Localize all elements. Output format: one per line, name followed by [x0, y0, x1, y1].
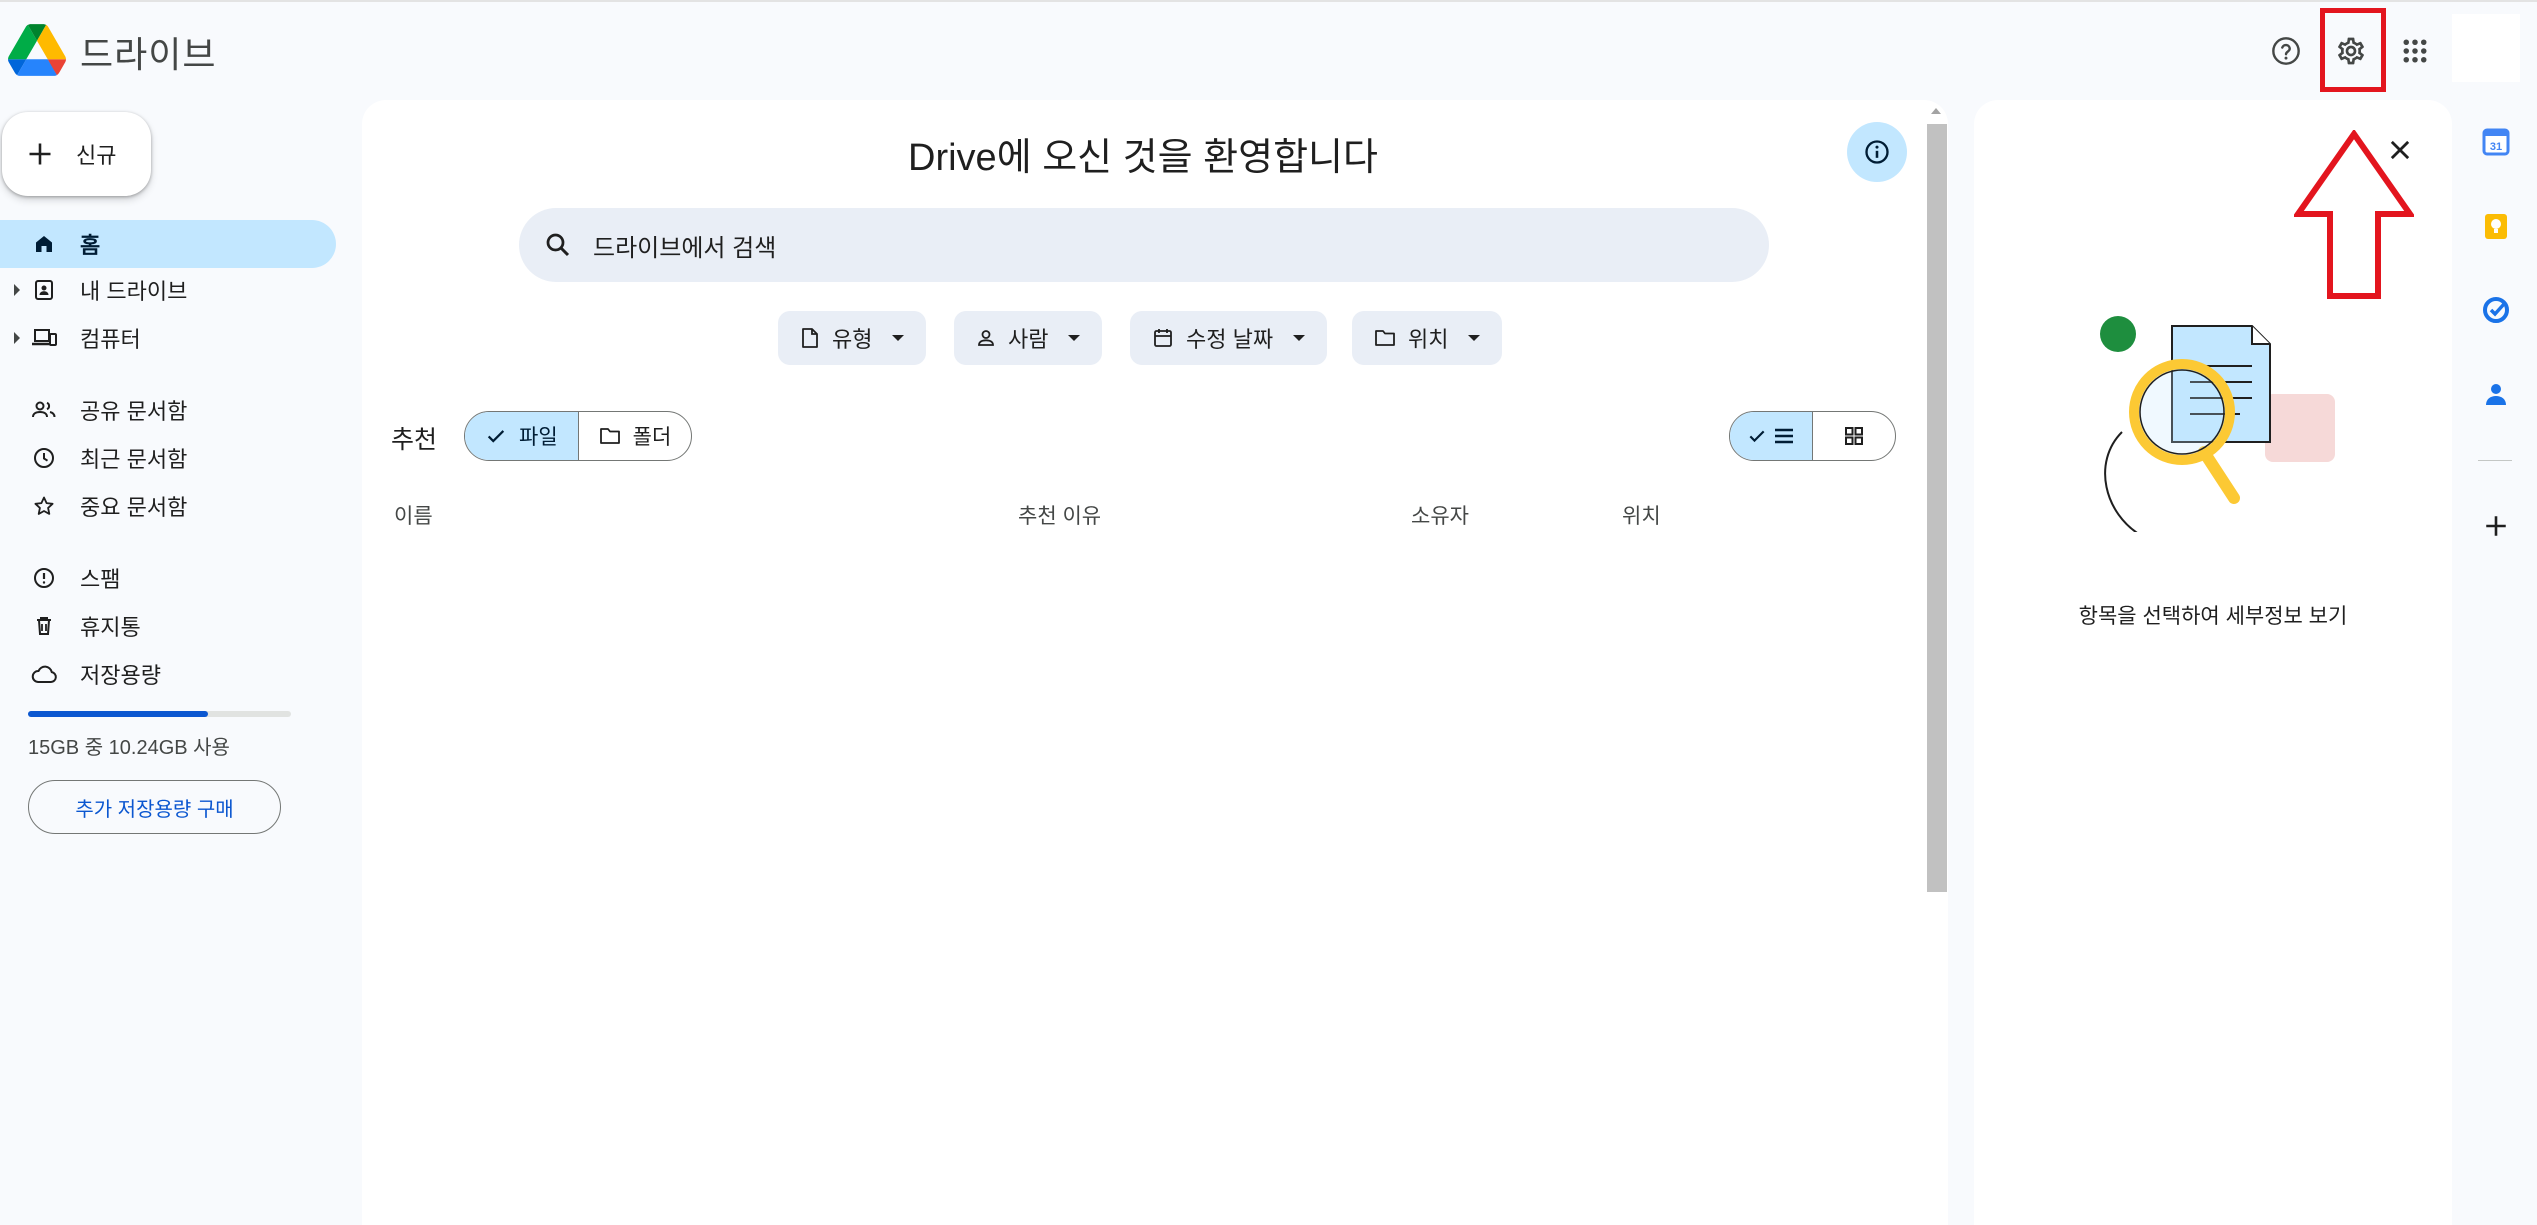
cloud-icon: [31, 665, 57, 683]
folder-icon: [1375, 330, 1395, 346]
sidebar-item-home[interactable]: 홈: [0, 220, 336, 268]
list-icon: [1775, 428, 1793, 444]
search-icon: [546, 233, 570, 257]
my-drive-icon: [35, 280, 53, 300]
spam-icon: [34, 568, 54, 588]
star-icon: [34, 496, 54, 515]
storage-progress-fill: [28, 711, 208, 717]
shared-icon: [32, 401, 56, 418]
details-empty-text: 항목을 선택하여 세부정보 보기: [2078, 605, 2348, 628]
sidebar-item-label: 내 드라이브: [80, 279, 188, 304]
file-icon: [802, 328, 818, 348]
grid-icon: [1845, 427, 1863, 445]
apps-grid-icon: [2403, 39, 2427, 63]
filter-label: 사람: [1008, 327, 1049, 352]
drive-logo[interactable]: [8, 24, 66, 76]
sidebar-item-label: 중요 문서함: [80, 495, 188, 520]
sidebar-item-my-drive[interactable]: 내 드라이브: [0, 266, 336, 314]
list-view-button[interactable]: [1730, 412, 1813, 460]
check-icon: [1749, 430, 1765, 443]
red-arrow-annotation: [2294, 130, 2414, 300]
sidebar-item-label: 스팸: [80, 567, 121, 592]
filter-label: 위치: [1408, 327, 1449, 352]
sidebar-item-label: 홈: [80, 233, 101, 258]
check-icon: [487, 430, 505, 443]
dropdown-arrow-icon: [1293, 335, 1306, 341]
sidebar-item-trash[interactable]: 휴지통: [0, 602, 336, 650]
contacts-app-icon[interactable]: [2476, 374, 2516, 414]
settings-highlight-box: [2320, 8, 2386, 92]
person-icon: [978, 330, 994, 346]
scrollbar-thumb[interactable]: [1927, 124, 1947, 892]
svg-text:31: 31: [2490, 141, 2502, 153]
column-header-location[interactable]: 위치: [1622, 500, 1661, 530]
column-header-name[interactable]: 이름: [394, 500, 433, 530]
storage-progress-bar: [28, 711, 291, 717]
page-title: Drive에 오신 것을 환영합니다: [908, 137, 1378, 179]
buy-storage-button[interactable]: 추가 저장용량 구매: [28, 780, 281, 834]
filter-location-chip[interactable]: 위치: [1352, 311, 1503, 365]
sidebar-item-spam[interactable]: 스팸: [0, 554, 336, 602]
sidebar-item-shared[interactable]: 공유 문서함: [0, 386, 336, 434]
segment-folders[interactable]: 폴더: [579, 412, 692, 460]
rail-divider: [2478, 460, 2512, 461]
dropdown-arrow-icon: [1468, 335, 1481, 341]
add-addon-button[interactable]: [2476, 506, 2516, 546]
details-empty-illustration: [2082, 282, 2342, 532]
apps-button[interactable]: [2387, 23, 2443, 79]
search-placeholder: 드라이브에서 검색: [593, 234, 777, 262]
calendar-app-icon[interactable]: 31: [2476, 122, 2516, 162]
expand-caret-icon[interactable]: [14, 284, 20, 296]
filter-type-chip[interactable]: 유형: [778, 311, 927, 365]
trash-icon: [37, 617, 51, 635]
calendar-icon: [1154, 329, 1172, 347]
grid-view-button[interactable]: [1813, 412, 1895, 460]
app-title[interactable]: 드라이브: [80, 26, 216, 78]
dropdown-arrow-icon: [1068, 335, 1081, 341]
folder-icon: [599, 428, 620, 444]
account-avatar[interactable]: [2452, 14, 2520, 82]
sidebar-item-label: 저장용량: [80, 663, 161, 688]
sidebar-item-label: 휴지통: [80, 615, 141, 640]
plus-icon: [29, 143, 51, 165]
view-mode-toggle: [1729, 411, 1896, 461]
tasks-app-icon[interactable]: [2476, 290, 2516, 330]
new-button[interactable]: 신규: [2, 112, 151, 196]
new-button-label: 신규: [76, 143, 117, 168]
sidebar-item-label: 공유 문서함: [80, 399, 188, 424]
search-input[interactable]: 드라이브에서 검색: [519, 208, 1769, 282]
sidebar-item-computers[interactable]: 컴퓨터: [0, 314, 336, 362]
filter-people-chip[interactable]: 사람: [954, 311, 1103, 365]
filter-label: 수정 날짜: [1186, 327, 1274, 352]
recommended-type-toggle: 파일 폴더: [464, 411, 693, 461]
sidebar-item-starred[interactable]: 중요 문서함: [0, 482, 336, 530]
scroll-up-arrow-icon[interactable]: [1931, 108, 1941, 114]
storage-usage-text: 15GB 중 10.24GB 사용: [28, 737, 230, 759]
sidebar-item-label: 최근 문서함: [80, 447, 188, 472]
plus-icon: [2486, 516, 2506, 536]
sidebar-item-label: 컴퓨터: [80, 327, 141, 352]
details-toggle-button[interactable]: [1847, 122, 1907, 182]
column-header-owner[interactable]: 소유자: [1411, 500, 1469, 530]
filter-modified-chip[interactable]: 수정 날짜: [1130, 311, 1328, 365]
segment-files[interactable]: 파일: [465, 412, 579, 460]
expand-caret-icon[interactable]: [14, 332, 20, 344]
segment-label: 폴더: [632, 426, 672, 449]
segment-label: 파일: [519, 426, 558, 449]
sidebar-item-recent[interactable]: 최근 문서함: [0, 434, 336, 482]
home-icon: [36, 236, 52, 252]
help-icon: [2272, 37, 2300, 65]
recommended-label: 추천: [391, 426, 438, 454]
info-icon: [1865, 140, 1889, 164]
clock-icon: [34, 448, 54, 468]
help-button[interactable]: [2258, 23, 2314, 79]
column-header-reason[interactable]: 추천 이유: [1018, 500, 1101, 530]
sidebar-item-storage[interactable]: 저장용량: [0, 650, 336, 698]
keep-app-icon[interactable]: [2476, 206, 2516, 246]
computer-icon: [32, 329, 57, 346]
dropdown-arrow-icon: [892, 335, 905, 341]
filter-label: 유형: [832, 327, 873, 352]
